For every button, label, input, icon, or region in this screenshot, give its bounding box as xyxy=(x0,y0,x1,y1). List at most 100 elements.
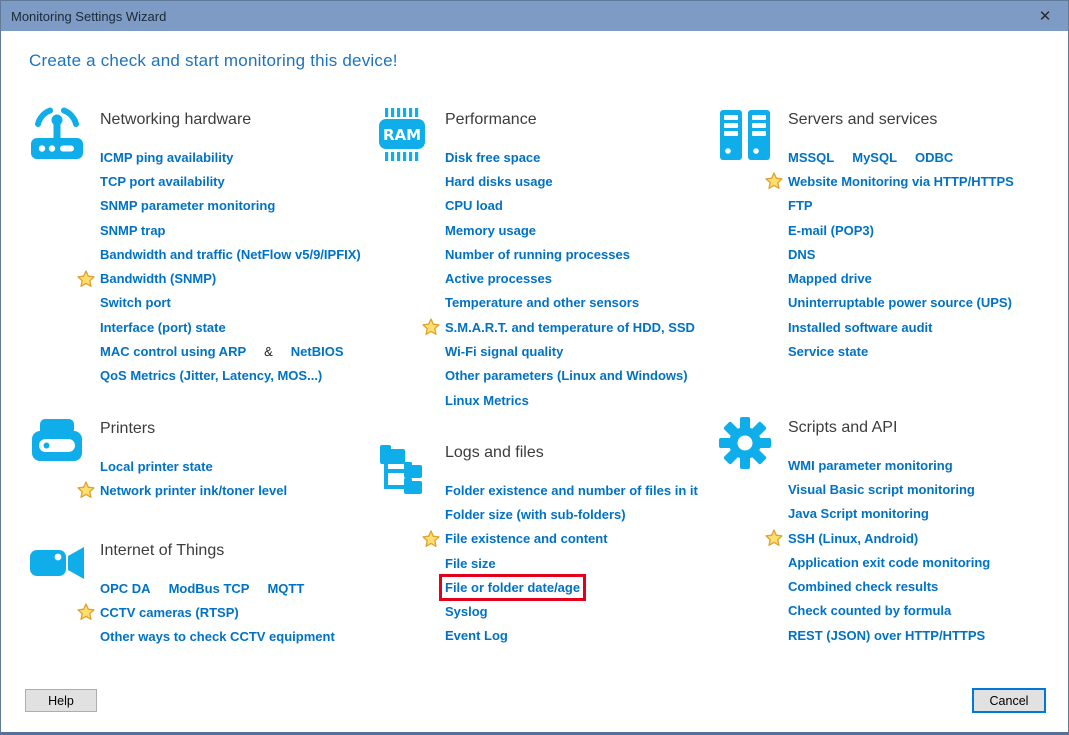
router-icon xyxy=(29,107,85,163)
window-title: Monitoring Settings Wizard xyxy=(11,8,167,24)
check-link[interactable]: FTP xyxy=(788,198,813,213)
check-link[interactable]: Check counted by formula xyxy=(788,603,951,618)
check-link[interactable]: Local printer state xyxy=(100,459,213,474)
check-link[interactable]: Hard disks usage xyxy=(445,174,553,189)
check-link[interactable]: Other ways to check CCTV equipment xyxy=(100,629,335,644)
check-link[interactable]: REST (JSON) over HTTP/HTTPS xyxy=(788,628,985,643)
section-networking-hardware: Networking hardware ICMP ping availabilit… xyxy=(29,107,381,388)
check-link[interactable]: Installed software audit xyxy=(788,320,932,335)
check-link[interactable]: Bandwidth (SNMP) xyxy=(100,271,216,286)
list-item: Service state xyxy=(788,339,1068,363)
close-icon[interactable]: ✕ xyxy=(1022,1,1068,31)
list-item: Switch port xyxy=(100,291,381,315)
check-link[interactable]: MAC control using ARP xyxy=(100,344,246,359)
check-link[interactable]: Active processes xyxy=(445,271,552,286)
check-link[interactable]: Bandwidth and traffic (NetFlow v5/9/IPFI… xyxy=(100,247,361,262)
list-item: Hard disks usage xyxy=(445,169,726,193)
check-link[interactable]: Service state xyxy=(788,344,868,359)
list-item: OPC DA ModBus TCP MQTT xyxy=(100,576,381,600)
list-item: Temperature and other sensors xyxy=(445,291,726,315)
check-link-list: Disk free space Hard disks usage CPU load M… xyxy=(374,145,726,412)
list-item: DNS xyxy=(788,242,1068,266)
check-link[interactable]: Number of running processes xyxy=(445,247,630,262)
check-link[interactable]: MQTT xyxy=(267,581,304,596)
list-item: E-mail (POP3) xyxy=(788,218,1068,242)
check-link[interactable]: Linux Metrics xyxy=(445,393,529,408)
check-link[interactable]: Combined check results xyxy=(788,579,938,594)
check-link[interactable]: Syslog xyxy=(445,604,488,619)
favorite-star-icon xyxy=(77,269,95,288)
list-item: Active processes xyxy=(445,266,726,290)
folder-tree-icon xyxy=(374,440,430,496)
check-link[interactable]: SNMP parameter monitoring xyxy=(100,198,275,213)
check-link[interactable]: File size xyxy=(445,556,496,571)
check-link[interactable]: SSH (Linux, Android) xyxy=(788,531,918,546)
check-link[interactable]: Disk free space xyxy=(445,150,540,165)
list-item: Network printer ink/toner level xyxy=(77,478,381,502)
check-link[interactable]: DNS xyxy=(788,247,815,262)
check-link[interactable]: ModBus TCP xyxy=(169,581,250,596)
section-logs-and-files: Logs and files Folder existence and numbe… xyxy=(374,442,726,648)
check-link[interactable]: CCTV cameras (RTSP) xyxy=(100,605,239,620)
list-item: Linux Metrics xyxy=(445,388,726,412)
check-link[interactable]: WMI parameter monitoring xyxy=(788,458,953,473)
check-link[interactable]: SNMP trap xyxy=(100,223,166,238)
cancel-button[interactable]: Cancel xyxy=(972,688,1046,713)
list-item: Bandwidth and traffic (NetFlow v5/9/IPFI… xyxy=(100,242,381,266)
titlebar: Monitoring Settings Wizard xyxy=(1,1,1068,31)
check-link[interactable]: QoS Metrics (Jitter, Latency, MOS...) xyxy=(100,368,322,383)
section-scripts-and-api: Scripts and API WMI parameter monitoring V… xyxy=(717,415,1068,647)
list-item: REST (JSON) over HTTP/HTTPS xyxy=(788,623,1068,647)
page-title: Create a check and start monitoring this… xyxy=(29,51,398,70)
check-link[interactable]: Folder existence and number of files in … xyxy=(445,483,698,498)
check-link[interactable]: Java Script monitoring xyxy=(788,506,929,521)
check-link[interactable]: ICMP ping availability xyxy=(100,150,233,165)
favorite-star-icon xyxy=(765,172,783,190)
check-link[interactable]: Mapped drive xyxy=(788,271,872,286)
list-item: QoS Metrics (Jitter, Latency, MOS...) xyxy=(100,364,381,388)
check-link[interactable]: Interface (port) state xyxy=(100,320,226,335)
check-link[interactable]: OPC DA xyxy=(100,581,151,596)
check-link[interactable]: S.M.A.R.T. and temperature of HDD, SSD xyxy=(445,320,695,335)
check-link[interactable]: CPU load xyxy=(445,198,503,213)
list-item: Event Log xyxy=(445,624,726,648)
check-link[interactable]: NetBIOS xyxy=(291,344,344,359)
gear-icon xyxy=(717,415,773,471)
servers-icon xyxy=(717,107,773,163)
check-link-highlighted[interactable]: File or folder date/age xyxy=(438,573,587,601)
check-link[interactable]: Memory usage xyxy=(445,223,536,238)
check-link[interactable]: Application exit code monitoring xyxy=(788,555,990,570)
check-link[interactable]: ODBC xyxy=(915,150,953,165)
list-item: CPU load xyxy=(445,194,726,218)
check-link[interactable]: E-mail (POP3) xyxy=(788,223,874,238)
check-link[interactable]: Visual Basic script monitoring xyxy=(788,482,975,497)
check-link-list: WMI parameter monitoring Visual Basic scr… xyxy=(717,453,1068,647)
list-item: Folder existence and number of files in … xyxy=(445,478,726,502)
check-link[interactable]: Network printer ink/toner level xyxy=(100,483,287,498)
favorite-star-icon xyxy=(422,530,440,548)
list-item: WMI parameter monitoring xyxy=(788,453,1068,477)
list-item: Mapped drive xyxy=(788,266,1068,290)
check-link[interactable]: Other parameters (Linux and Windows) xyxy=(445,368,688,383)
section-printers: Printers Local printer state Network print… xyxy=(29,418,381,503)
section-internet-of-things: Internet of Things OPC DA ModBus TCP MQTT CC… xyxy=(29,540,381,649)
list-item: S.M.A.R.T. and temperature of HDD, SSD xyxy=(422,315,726,339)
check-link[interactable]: Switch port xyxy=(100,295,171,310)
check-link[interactable]: MySQL xyxy=(852,150,897,165)
check-link-list: Folder existence and number of files in … xyxy=(374,478,726,648)
check-link[interactable]: Wi-Fi signal quality xyxy=(445,344,563,359)
check-link[interactable]: Event Log xyxy=(445,628,508,643)
check-link[interactable]: Website Monitoring via HTTP/HTTPS xyxy=(788,174,1014,189)
check-link[interactable]: MSSQL xyxy=(788,150,834,165)
list-item: SNMP trap xyxy=(100,218,381,242)
check-link[interactable]: TCP port availability xyxy=(100,174,225,189)
list-item: SSH (Linux, Android) xyxy=(765,526,1068,550)
check-link[interactable]: File existence and content xyxy=(445,531,608,546)
help-button[interactable]: Help xyxy=(25,689,97,712)
check-link[interactable]: Folder size (with sub-folders) xyxy=(445,507,626,522)
check-link-list: ICMP ping availability TCP port availabil… xyxy=(29,145,381,388)
check-link[interactable]: Uninterruptable power source (UPS) xyxy=(788,295,1012,310)
check-link[interactable]: Temperature and other sensors xyxy=(445,295,639,310)
section-servers-and-services: Servers and services MSSQL MySQL ODBC Websit… xyxy=(717,107,1068,364)
section-title: Scripts and API xyxy=(788,419,898,436)
